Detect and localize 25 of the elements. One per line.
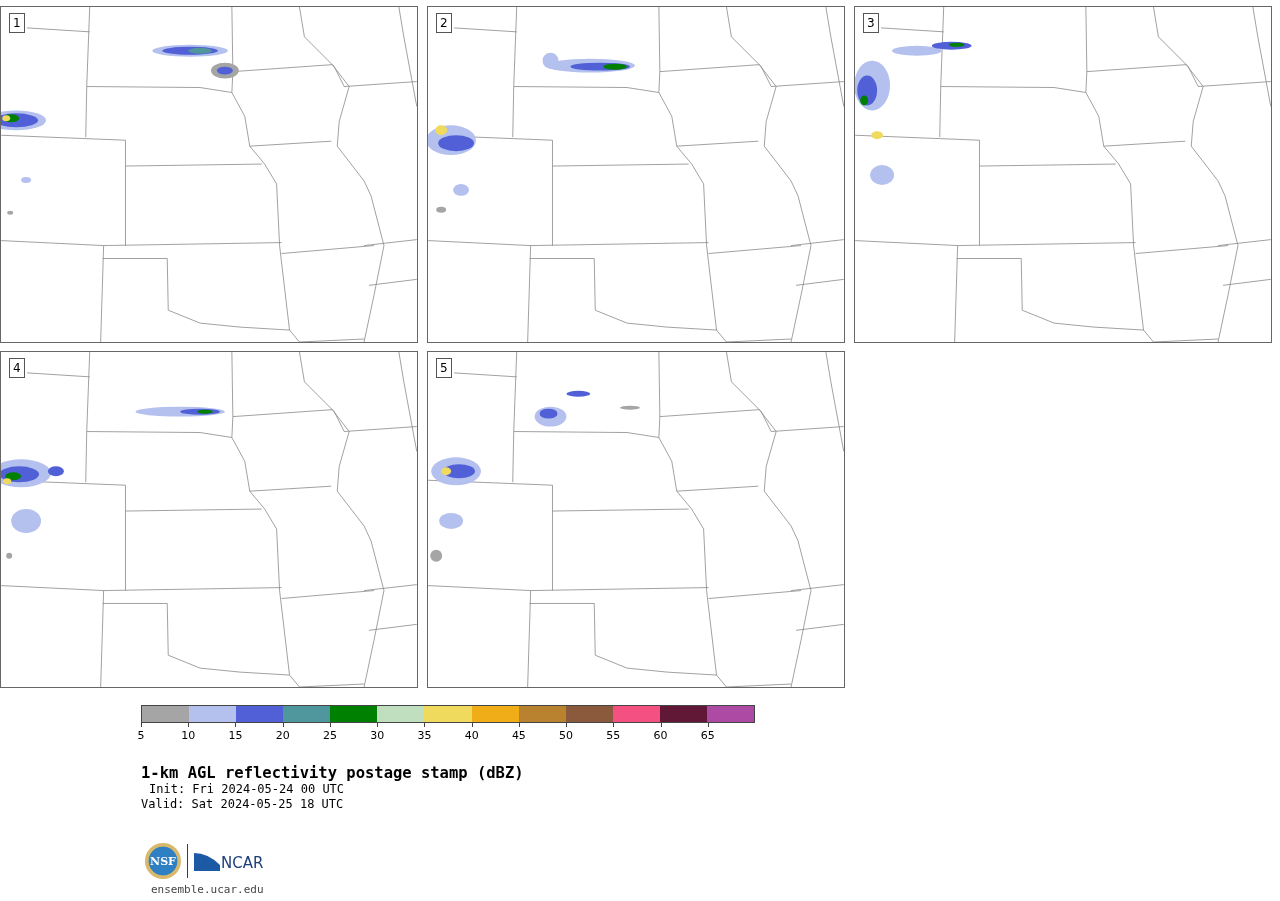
tick-label: 65 [700,729,715,742]
panel-number: 1 [9,13,25,33]
tick-label: 60 [653,729,668,742]
site-url: ensemble.ucar.edu [151,883,265,896]
valid-time: Valid: Sat 2024-05-25 18 UTC [141,797,345,812]
tick-label: 20 [275,729,290,742]
tick-label: 35 [417,729,432,742]
tick-label: 50 [559,729,574,742]
tick-label: 15 [228,729,243,742]
panel-number: 4 [9,358,25,378]
tick-label: 55 [606,729,621,742]
tick-label: 25 [322,729,337,742]
tick-label: 30 [370,729,385,742]
init-time: Init: Fri 2024-05-24 00 UTC [148,782,346,797]
tick-label: 10 [181,729,196,742]
ncar-logo: NCAR [221,855,264,871]
nsf-logo: NSF [145,843,181,879]
chart-title: 1-km AGL reflectivity postage stamp (dBZ) [141,765,525,782]
panel-number: 3 [863,13,879,33]
ncar-swoosh-icon [194,851,220,871]
panel-number: 5 [436,358,452,378]
tick-label: 40 [464,729,479,742]
tick-label: 45 [511,729,526,742]
tick-label: 5 [137,729,145,742]
panel-number: 2 [436,13,452,33]
